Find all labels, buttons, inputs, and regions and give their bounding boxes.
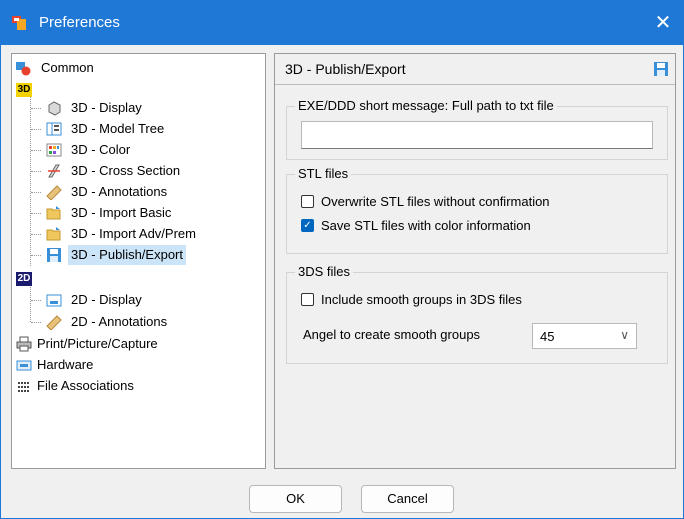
tree-group-3d[interactable]: 3D [16, 78, 32, 98]
ruler-icon [46, 185, 62, 200]
tree-item-label: 3D - Display [71, 100, 142, 115]
3d-badge-icon: 3D [16, 83, 32, 97]
tree-guide-2d [30, 282, 31, 322]
stl-files-group: STL files Overwrite STL files without co… [286, 166, 668, 254]
tree-item-label: 3D - Import Adv/Prem [71, 226, 196, 241]
hardware-icon [16, 360, 32, 371]
tree-item-label: 3D - Model Tree [71, 121, 165, 136]
ruler-icon [46, 315, 62, 330]
group-legend: EXE/DDD short message: Full path to txt … [295, 98, 557, 113]
tree-item-label: 3D - Cross Section [71, 163, 181, 178]
file-associations-icon [18, 382, 29, 392]
tree-item-label: Hardware [37, 357, 94, 372]
cube-icon [48, 101, 61, 116]
angle-label: Angel to create smooth groups [303, 327, 481, 342]
checkbox-label: Overwrite STL files without confirmation [321, 194, 550, 209]
angle-select-value: 45 [540, 329, 555, 344]
tree-item-label: Common [41, 60, 94, 75]
preferences-tree[interactable]: Common 3D 3D - Display 3D - Model Tree 3… [11, 53, 266, 469]
panel-header: 3D - Publish/Export [275, 54, 675, 85]
checkmark-icon[interactable]: ✓ [301, 219, 314, 232]
cancel-button[interactable]: Cancel [361, 485, 454, 513]
tree-item-label: 2D - Display [71, 292, 142, 307]
checkbox-label: Save STL files with color information [321, 218, 531, 233]
tree-item-label: 2D - Annotations [71, 314, 168, 329]
ok-button[interactable]: OK [249, 485, 342, 513]
tree-group-2d[interactable]: 2D [16, 267, 32, 287]
tree-item-label: 3D - Import Basic [71, 205, 172, 220]
2d-badge-icon: 2D [16, 272, 32, 286]
checkbox-box[interactable] [301, 195, 314, 208]
title-bar[interactable]: Preferences ✕ [1, 1, 683, 45]
color-palette-icon [46, 143, 62, 157]
printer-icon [16, 336, 32, 352]
tree-item-label: 3D - Publish/Export [68, 245, 186, 265]
group-legend: 3DS files [295, 264, 354, 279]
txt-path-input[interactable] [301, 121, 653, 149]
common-icon [16, 62, 31, 76]
angle-select[interactable]: 45 ∨ [532, 323, 637, 349]
window-title: Preferences [39, 14, 120, 31]
model-tree-icon [46, 122, 62, 136]
3ds-files-group: 3DS files Include smooth groups in 3DS f… [286, 264, 668, 364]
tree-item-label: 3D - Annotations [71, 184, 168, 199]
group-legend: STL files [295, 166, 352, 181]
tree-guide-3d [30, 90, 31, 266]
app-logo-icon [12, 16, 26, 30]
panel-title: 3D - Publish/Export [285, 61, 406, 77]
chevron-down-icon: ∨ [620, 328, 629, 342]
checkbox-box[interactable] [301, 293, 314, 306]
save-disk-icon[interactable] [653, 61, 669, 77]
preferences-dialog: Preferences ✕ Common 3D 3D - Display 3D … [0, 0, 684, 519]
tree-item-label: File Associations [37, 378, 134, 393]
tree-item-label: 3D - Color [71, 142, 131, 157]
save-disk-icon [47, 248, 61, 262]
settings-panel: 3D - Publish/Export EXE/DDD short messag… [274, 53, 676, 469]
close-button[interactable]: ✕ [651, 11, 675, 35]
checkbox-label: Include smooth groups in 3DS files [321, 292, 522, 307]
folder-open-icon [46, 227, 61, 241]
cross-section-icon [48, 164, 60, 178]
tree-item-label: Print/Picture/Capture [37, 336, 158, 351]
2d-display-icon [46, 294, 62, 307]
exe-message-group: EXE/DDD short message: Full path to txt … [286, 98, 668, 160]
folder-open-icon [46, 206, 61, 220]
